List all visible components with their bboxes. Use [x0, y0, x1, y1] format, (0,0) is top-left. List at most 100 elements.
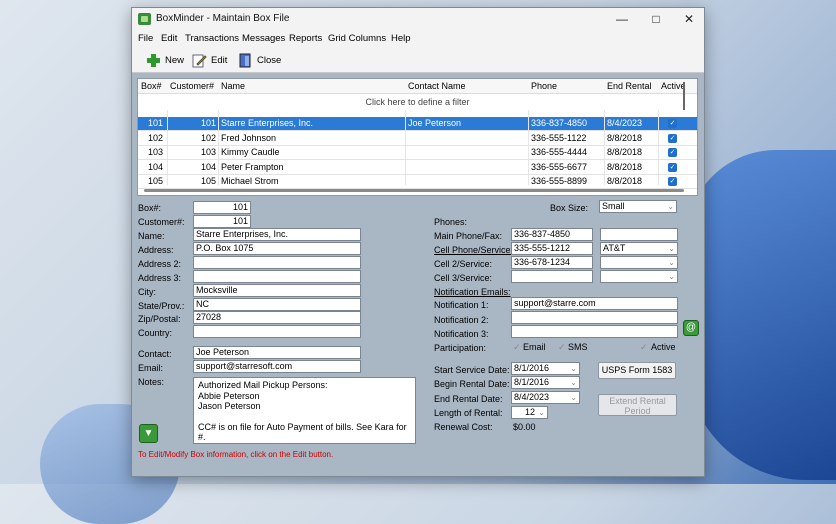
begin-rental-date-picker[interactable]: 8/1/2016 ⌄ — [511, 376, 580, 389]
country-field[interactable] — [193, 325, 361, 338]
cell-phone: 336-555-8899 — [531, 176, 588, 186]
cell2-field[interactable]: 336-678-1234 — [511, 256, 593, 269]
grid-row[interactable]: 104 104 Peter Frampton 336-555-6677 8/8/… — [138, 161, 697, 175]
city-label: City: — [138, 287, 156, 297]
box-size-value: Small — [602, 201, 625, 211]
cell-name: Michael Strom — [221, 176, 279, 186]
main-phone-field[interactable]: 336-837-4850 — [511, 228, 593, 241]
cell-service-select[interactable]: AT&T ⌄ — [600, 242, 678, 255]
active-checkbox[interactable]: ✓ — [668, 134, 677, 143]
notification2-field[interactable] — [511, 311, 678, 324]
maximize-button[interactable]: □ — [640, 8, 672, 30]
send-email-button[interactable]: @ — [683, 320, 699, 336]
address2-field[interactable] — [193, 256, 361, 269]
cell3-field[interactable] — [511, 270, 593, 283]
cell-phone-label[interactable]: Cell Phone/Service: — [434, 245, 513, 255]
start-service-date-picker[interactable]: 8/1/2016 ⌄ — [511, 362, 580, 375]
main-fax-field[interactable] — [600, 228, 678, 241]
minimize-button[interactable]: — — [606, 8, 638, 30]
cell-end-rental: 8/8/2018 — [607, 162, 643, 172]
cell-phone-field[interactable]: 335-555-1212 — [511, 242, 593, 255]
grid-filter-row[interactable]: Click here to define a filter — [138, 94, 697, 110]
length-of-rental-select[interactable]: 12 ⌄ — [511, 406, 548, 419]
col-header-active[interactable]: Active — [661, 81, 686, 91]
cell-end-rental: 8/8/2018 — [607, 176, 643, 186]
col-header-phone[interactable]: Phone — [531, 81, 557, 91]
usps-form-1583-button[interactable]: USPS Form 1583 — [598, 362, 676, 379]
cell3-label: Cell 3/Service: — [434, 273, 493, 283]
box-size-select[interactable]: Small ⌄ — [599, 200, 677, 213]
cell2-label: Cell 2/Service: — [434, 259, 493, 269]
box-grid[interactable]: Box# Customer# Name Contact Name Phone E… — [137, 78, 698, 196]
cell3-service-select[interactable]: ⌄ — [600, 270, 678, 283]
grid-row[interactable]: 105 105 Michael Strom 336-555-8899 8/8/2… — [138, 175, 697, 189]
renewal-cost-label: Renewal Cost: — [434, 422, 493, 432]
notification-emails-label: Notification Emails: — [434, 287, 511, 297]
customer-label: Customer#: — [138, 217, 185, 227]
grid-row[interactable]: 102 102 Fred Johnson 336-555-1122 8/8/20… — [138, 132, 697, 146]
extend-rental-period-button[interactable]: Extend Rental Period — [598, 394, 677, 416]
sms-participation-label: SMS — [568, 342, 588, 352]
address3-field[interactable] — [193, 270, 361, 283]
begin-rental-date-label: Begin Rental Date: — [434, 379, 510, 389]
sms-participation-checkbox[interactable]: ✓ — [558, 342, 566, 353]
cell-end-rental: 8/4/2023 — [607, 118, 643, 128]
col-header-box[interactable]: Box# — [141, 81, 162, 91]
cell-customer: 105 — [200, 176, 216, 186]
active-participation-checkbox[interactable]: ✓ — [640, 342, 648, 353]
menu-help[interactable]: Help — [391, 33, 411, 44]
grid-row[interactable]: 101 101 Starre Enterprises, Inc. Joe Pet… — [138, 117, 697, 131]
active-checkbox[interactable]: ✓ — [668, 119, 677, 128]
col-header-end-rental[interactable]: End Rental — [607, 81, 652, 91]
end-rental-date-picker[interactable]: 8/4/2023 ⌄ — [511, 391, 580, 404]
active-checkbox[interactable]: ✓ — [668, 148, 677, 157]
grid-divider — [658, 110, 659, 185]
begin-rental-date-value: 8/1/2016 — [514, 377, 550, 387]
menu-edit[interactable]: Edit — [161, 33, 177, 44]
active-checkbox[interactable]: ✓ — [668, 177, 677, 186]
chevron-down-icon: ⌄ — [668, 244, 675, 253]
menu-reports[interactable]: Reports — [289, 33, 322, 44]
menu-transactions[interactable]: Transactions — [185, 33, 239, 44]
menu-messages[interactable]: Messages — [242, 33, 285, 44]
customer-field[interactable]: 101 — [193, 215, 251, 228]
chevron-down-icon: ⌄ — [668, 258, 675, 267]
col-header-name[interactable]: Name — [221, 81, 245, 91]
edit-button[interactable]: Edit — [192, 51, 230, 70]
close-button[interactable]: Close — [238, 51, 282, 70]
address-field[interactable]: P.O. Box 1075 — [193, 242, 361, 255]
start-service-date-value: 8/1/2016 — [514, 363, 550, 373]
cell2-service-select[interactable]: ⌄ — [600, 256, 678, 269]
col-header-customer[interactable]: Customer# — [170, 81, 214, 91]
col-header-contact[interactable]: Contact Name — [408, 81, 466, 91]
new-button[interactable]: New — [146, 51, 186, 70]
contact-field[interactable]: Joe Peterson — [193, 346, 361, 359]
name-field[interactable]: Starre Enterprises, Inc. — [193, 228, 361, 241]
cell-phone: 336-837-4850 — [531, 118, 588, 128]
grid-header: Box# Customer# Name Contact Name Phone E… — [138, 79, 697, 94]
notes-line: Jason Peterson — [198, 401, 261, 411]
email-participation-checkbox[interactable]: ✓ — [513, 342, 521, 353]
grid-horizontal-scrollbar[interactable] — [144, 189, 684, 192]
end-rental-date-value: 8/4/2023 — [514, 392, 550, 402]
active-checkbox[interactable]: ✓ — [668, 163, 677, 172]
window-title: BoxMinder - Maintain Box File — [156, 13, 290, 24]
box-field[interactable]: 101 — [193, 201, 251, 214]
notification3-field[interactable] — [511, 325, 678, 338]
state-label: State/Prov.: — [138, 301, 185, 311]
menu-file[interactable]: File — [138, 33, 153, 44]
email-label: Email: — [138, 363, 164, 373]
grid-row[interactable]: 103 103 Kimmy Caudle 336-555-4444 8/8/20… — [138, 146, 697, 160]
notes-textarea[interactable]: Authorized Mail Pickup Persons: Abbie Pe… — [193, 377, 416, 444]
cell-name: Kimmy Caudle — [221, 147, 280, 157]
state-field[interactable]: NC — [193, 298, 361, 311]
notes-action-button[interactable]: ▼ — [139, 424, 158, 443]
plus-icon — [147, 54, 160, 67]
close-window-button[interactable]: ✕ — [673, 8, 704, 30]
main-phone-label: Main Phone/Fax: — [434, 231, 503, 241]
zip-field[interactable]: 27028 — [193, 311, 361, 324]
menu-grid-columns[interactable]: Grid Columns — [328, 33, 386, 44]
email-field[interactable]: support@starresoft.com — [193, 360, 361, 373]
city-field[interactable]: Mocksville — [193, 284, 361, 297]
notification1-field[interactable]: support@starre.com — [511, 297, 678, 310]
